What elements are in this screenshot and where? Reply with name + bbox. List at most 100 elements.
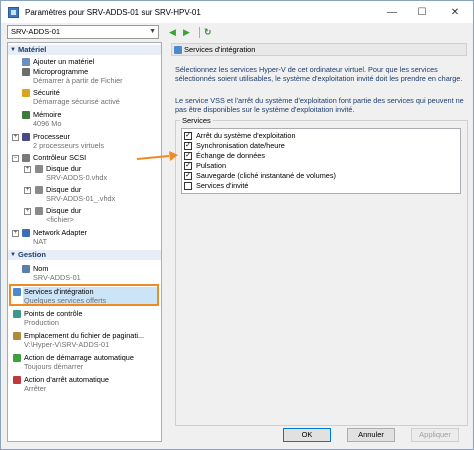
tree-item-hard-disk-1[interactable]: Disque dur SRV-ADDS-0.vhdx <box>46 164 107 182</box>
panel-header: Services d'intégration <box>171 43 467 56</box>
tree-item-sublabel: Démarrer à partir de Fichier <box>33 76 123 85</box>
tree-item-memory[interactable]: Mémoire 4096 Mo <box>33 110 61 128</box>
title-bar: Paramètres pour SRV-ADDS-01 sur SRV-HPV-… <box>1 1 473 23</box>
vm-selector[interactable]: SRV-ADDS-01 ▼ <box>7 25 159 39</box>
tree-item-sublabel: V:\Hyper-V\SRV-ADDS-01 <box>24 340 110 349</box>
management-section-header[interactable]: ▼ Gestion <box>8 250 161 260</box>
tree-item-sublabel: Production <box>24 318 59 327</box>
add-hardware-icon <box>22 58 30 66</box>
service-row-guest-services[interactable]: Services d'invité <box>184 181 249 190</box>
window-title: Paramètres pour SRV-ADDS-01 sur SRV-HPV-… <box>25 7 201 17</box>
tree-item-label: Network Adapter <box>33 228 87 237</box>
tree-item-label: Disque dur <box>46 164 82 173</box>
service-checkbox-unchecked[interactable] <box>184 181 192 190</box>
collapse-icon[interactable]: − <box>12 155 19 162</box>
cancel-button[interactable]: Annuler <box>347 428 395 442</box>
tree-item-sublabel: SRV-ADDS-0.vhdx <box>46 173 108 182</box>
maximize-button[interactable]: ☐ <box>407 1 437 23</box>
tree-item-label: Microprogramme <box>33 67 89 76</box>
ok-button[interactable]: OK <box>283 428 331 442</box>
integration-services-icon <box>174 46 182 54</box>
expand-icon[interactable]: + <box>24 187 31 194</box>
services-list: ✓ Arrêt du système d'exploitation ✓ Sync… <box>181 128 461 194</box>
tree-item-processor[interactable]: Processeur 2 processeurs virtuels <box>33 132 104 150</box>
service-checkbox-checked[interactable]: ✓ <box>184 151 192 160</box>
hyperv-settings-icon <box>8 6 19 18</box>
vm-selector-value: SRV-ADDS-01 <box>11 27 61 36</box>
management-section-label: Gestion <box>18 250 46 259</box>
tree-item-label: Contrôleur SCSI <box>33 153 87 162</box>
service-label: Pulsation <box>196 161 227 170</box>
tree-item-name[interactable]: Nom SRV-ADDS-01 <box>33 264 81 282</box>
toolbar: SRV-ADDS-01 ▼ ◀ ▶ ↻ <box>1 23 473 41</box>
tree-item-scsi-controller[interactable]: Contrôleur SCSI <box>33 153 86 162</box>
refresh-icon[interactable]: ↻ <box>204 26 212 38</box>
service-label: Arrêt du système d'exploitation <box>196 131 296 140</box>
chevron-down-icon: ▼ <box>149 28 156 35</box>
tree-item-hard-disk-3[interactable]: Disque dur <fichier> <box>46 206 81 224</box>
auto-stop-icon <box>13 376 21 384</box>
auto-start-icon <box>13 354 21 362</box>
tree-item-network-adapter[interactable]: Network Adapter NAT <box>33 228 87 246</box>
tree-item-label: Action de démarrage automatique <box>24 353 134 362</box>
hardware-section-header[interactable]: ▼ Matériel <box>8 45 161 55</box>
tree-item-auto-stop-action[interactable]: Action d'arrêt automatique Arrêter <box>24 375 109 393</box>
apply-button[interactable]: Appliquer <box>411 428 459 442</box>
expand-icon[interactable]: + <box>12 230 19 237</box>
tree-item-hard-disk-2[interactable]: Disque dur SRV-ADDS-01_.vhdx <box>46 185 115 203</box>
expand-icon[interactable]: + <box>24 166 31 173</box>
firmware-icon <box>22 68 30 76</box>
annotation-arrow-icon <box>136 151 178 161</box>
name-icon <box>22 265 30 273</box>
tree-item-sublabel: SRV-ADDS-01_.vhdx <box>46 194 116 203</box>
service-checkbox-checked[interactable]: ✓ <box>184 131 192 140</box>
tree-item-checkpoints[interactable]: Points de contrôle Production <box>24 309 82 327</box>
expand-icon[interactable]: + <box>24 208 31 215</box>
tree-item-security[interactable]: Sécurité Démarrage sécurisé activé <box>33 88 120 106</box>
tree-item-label: Points de contrôle <box>24 309 83 318</box>
hardware-section-label: Matériel <box>18 45 47 54</box>
service-checkbox-checked[interactable]: ✓ <box>184 141 192 150</box>
tree-item-label: Emplacement du fichier de paginati... <box>24 331 145 340</box>
hard-disk-icon <box>35 165 43 173</box>
tree-item-sublabel: <fichier> <box>46 215 74 224</box>
tree-item-firmware[interactable]: Microprogramme Démarrer à partir de Fich… <box>33 67 123 85</box>
tree-item-add-hardware[interactable]: Ajouter un matériel <box>33 57 94 66</box>
expand-icon[interactable]: + <box>12 134 19 141</box>
tree-item-label: Disque dur <box>46 206 82 215</box>
toolbar-separator <box>199 27 200 38</box>
panel-description: Sélectionnez les services Hyper-V de cet… <box>175 65 463 83</box>
service-checkbox-checked[interactable]: ✓ <box>184 161 192 170</box>
forward-arrow-icon[interactable]: ▶ <box>183 26 190 38</box>
tree-item-sublabel: SRV-ADDS-01 <box>33 273 81 282</box>
tree-item-sublabel: Arrêter <box>24 384 47 393</box>
tree-item-sublabel: 4096 Mo <box>33 119 62 128</box>
scsi-controller-icon <box>22 154 30 162</box>
close-button[interactable]: ✕ <box>437 1 473 23</box>
service-row-heartbeat[interactable]: ✓ Pulsation <box>184 161 226 170</box>
service-label: Sauvegarde (cliché instantané de volumes… <box>196 171 336 180</box>
chevron-down-icon: ▼ <box>10 47 16 53</box>
back-arrow-icon[interactable]: ◀ <box>169 26 176 38</box>
tree-item-auto-start-action[interactable]: Action de démarrage automatique Toujours… <box>24 353 134 371</box>
hard-disk-icon <box>35 207 43 215</box>
tree-item-label: Disque dur <box>46 185 82 194</box>
annotation-highlight-box <box>9 284 159 306</box>
service-row-data-exchange[interactable]: ✓ Échange de données <box>184 151 265 160</box>
tree-item-paging-file-location[interactable]: Emplacement du fichier de paginati... V:… <box>24 331 144 349</box>
tree-item-sublabel: Démarrage sécurisé activé <box>33 97 120 106</box>
service-row-shutdown[interactable]: ✓ Arrêt du système d'exploitation <box>184 131 296 140</box>
service-label: Échange de données <box>196 151 265 160</box>
shield-icon <box>22 89 30 97</box>
service-checkbox-checked[interactable]: ✓ <box>184 171 192 180</box>
tree-item-label: Mémoire <box>33 110 62 119</box>
service-row-backup[interactable]: ✓ Sauvegarde (cliché instantané de volum… <box>184 171 336 180</box>
tree-item-label: Sécurité <box>33 88 60 97</box>
panel-note: Le service VSS et l'arrêt du système d'e… <box>175 96 464 114</box>
service-label: Services d'invité <box>196 181 249 190</box>
tree-item-sublabel: 2 processeurs virtuels <box>33 141 104 150</box>
network-adapter-icon <box>22 229 30 237</box>
minimize-button[interactable]: — <box>377 1 407 23</box>
service-row-time-sync[interactable]: ✓ Synchronisation date/heure <box>184 141 285 150</box>
services-group-label: Services <box>180 116 213 125</box>
